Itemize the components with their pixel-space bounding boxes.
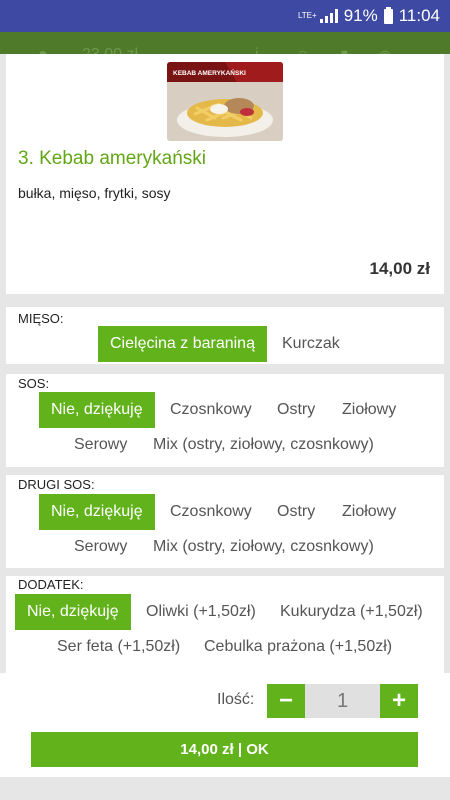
battery-icon <box>383 6 393 24</box>
option-sos-czosnkowy[interactable]: Czosnkowy <box>158 392 264 428</box>
bottom-strip <box>0 777 450 800</box>
order-bar: Ilość: − 1 + 14,00 zł | OK <box>0 673 450 777</box>
clock: 11:04 <box>398 6 440 25</box>
option-group-title: DRUGI SOS: <box>18 477 95 492</box>
option-group-title: DODATEK: <box>18 577 84 592</box>
option-dodatek-none[interactable]: Nie, dziękuję <box>15 594 131 630</box>
option-drugi-sos-none[interactable]: Nie, dziękuję <box>39 494 155 530</box>
signal-icon <box>319 9 338 23</box>
option-group-drugi-sos: DRUGI SOS: Nie, dziękuję Czosnkowy Ostry… <box>6 475 444 568</box>
option-sos-none[interactable]: Nie, dziękuję <box>39 392 155 428</box>
quantity-increase-button[interactable]: + <box>380 684 418 718</box>
product-card: KEBAB AMERYKAŃSKI 3. Kebab amerykański b… <box>6 54 444 294</box>
option-group-mieso: MIĘSO: Cielęcina z baraniną Kurczak <box>6 307 444 364</box>
option-group-title: SOS: <box>18 376 50 391</box>
product-title: 3. Kebab amerykański <box>18 148 206 169</box>
quantity-input[interactable]: 1 <box>305 684 380 718</box>
option-drugi-sos-mix[interactable]: Mix (ostry, ziołowy, czosnkowy) <box>141 529 386 565</box>
option-sos-ostry[interactable]: Ostry <box>265 392 327 428</box>
option-group-dodatek: DODATEK: Nie, dziękuję Oliwki (+1,50zł) … <box>6 576 444 676</box>
option-sos-ziolowy[interactable]: Ziołowy <box>330 392 408 428</box>
option-dodatek-oliwki[interactable]: Oliwki (+1,50zł) <box>134 594 268 630</box>
option-mieso-cielecina[interactable]: Cielęcina z baraniną <box>98 326 267 362</box>
quantity-decrease-button[interactable]: − <box>267 684 305 718</box>
add-to-cart-button[interactable]: 14,00 zł | OK <box>31 732 418 767</box>
option-dodatek-kukurydza[interactable]: Kukurydza (+1,50zł) <box>268 594 435 630</box>
battery-percent: 91% <box>343 6 378 25</box>
option-dodatek-ser-feta[interactable]: Ser feta (+1,50zł) <box>45 629 192 665</box>
quantity-label: Ilość: <box>217 691 255 708</box>
product-image: KEBAB AMERYKAŃSKI <box>167 62 283 141</box>
option-mieso-kurczak[interactable]: Kurczak <box>270 326 352 362</box>
option-drugi-sos-ziolowy[interactable]: Ziołowy <box>330 494 408 530</box>
product-image-caption: KEBAB AMERYKAŃSKI <box>173 68 246 77</box>
option-group-sos: SOS: Nie, dziękuję Czosnkowy Ostry Zioło… <box>6 374 444 467</box>
option-sos-serowy[interactable]: Serowy <box>62 427 139 463</box>
status-bar: LTE+ 91% 11:04 <box>0 0 450 32</box>
option-group-title: MIĘSO: <box>18 311 64 326</box>
product-price: 14,00 zł <box>369 259 431 278</box>
option-drugi-sos-ostry[interactable]: Ostry <box>265 494 327 530</box>
option-drugi-sos-serowy[interactable]: Serowy <box>62 529 139 565</box>
product-description: bułka, mięso, frytki, sosy <box>18 185 171 201</box>
option-dodatek-cebulka[interactable]: Cebulka prażona (+1,50zł) <box>192 629 404 665</box>
network-type: LTE+ <box>297 11 317 20</box>
option-drugi-sos-czosnkowy[interactable]: Czosnkowy <box>158 494 264 530</box>
option-sos-mix[interactable]: Mix (ostry, ziołowy, czosnkowy) <box>141 427 386 463</box>
